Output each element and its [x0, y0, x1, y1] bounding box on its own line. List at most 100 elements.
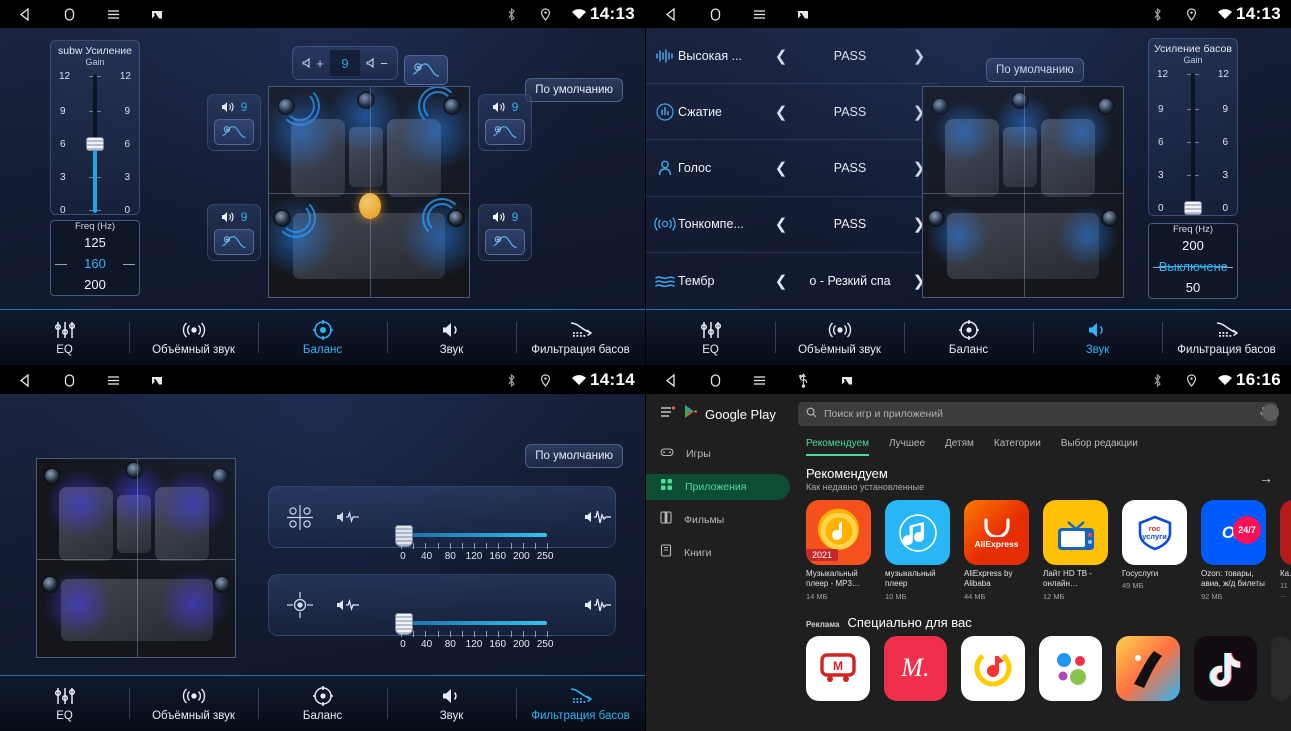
eq-curve-button-main[interactable]: [404, 55, 448, 85]
app-card[interactable]: гос услуги Госуслуги 49 МБ: [1122, 500, 1187, 601]
dots-icon[interactable]: [1038, 635, 1103, 701]
speaker-level-rear-left[interactable]: 9: [207, 204, 261, 261]
nav-tab-balance[interactable]: Баланс: [258, 676, 387, 731]
app-card[interactable]: музыкальный плеер 10 МБ: [885, 500, 950, 601]
tab-categories[interactable]: Категории: [994, 438, 1041, 456]
prev-arrow-icon[interactable]: ❮: [768, 159, 794, 177]
prev-arrow-icon[interactable]: ❮: [768, 103, 794, 121]
tab-editors-choice[interactable]: Выбор редакции: [1061, 438, 1138, 456]
prev-arrow-icon[interactable]: ❮: [768, 272, 794, 290]
sidebar-item-apps[interactable]: Приложения: [646, 474, 790, 500]
nav-tab-eq[interactable]: EQ: [0, 310, 129, 365]
default-button[interactable]: По умолчанию: [525, 444, 623, 468]
nav-tab-bass-filter[interactable]: Фильтрация басов: [516, 310, 645, 365]
app-card[interactable]: Лайт HD ТВ - онлайн бесплатно 12 МБ: [1043, 500, 1108, 601]
speaker-level-front-right[interactable]: 9: [478, 94, 532, 151]
menu-icon[interactable]: [750, 371, 768, 389]
speaker-level-front-left[interactable]: 9: [207, 94, 261, 151]
car-cabin-balance-map[interactable]: [268, 86, 470, 298]
bass-gain-slider[interactable]: 12 12 9 9 6 6 3 3 0 0: [1149, 67, 1237, 217]
car-cabin-sound-map[interactable]: [922, 86, 1124, 298]
nav-tab-sound[interactable]: Звук: [387, 310, 516, 365]
screenshot-icon[interactable]: [148, 371, 166, 389]
freq-selector[interactable]: Freq (Hz) 125 160 200: [50, 220, 140, 296]
tiktok-icon[interactable]: [1193, 635, 1258, 701]
screenshot-icon[interactable]: [794, 5, 812, 23]
volume-down-button[interactable]: −: [360, 50, 394, 76]
home-icon[interactable]: [706, 5, 724, 23]
slider-knob[interactable]: [395, 613, 413, 635]
search-bar[interactable]: Поиск игр и приложений: [798, 402, 1277, 426]
home-icon[interactable]: [60, 5, 78, 23]
next-arrow-icon[interactable]: ❯: [906, 272, 932, 290]
next-arrow-icon[interactable]: ❯: [906, 215, 932, 233]
nav-tab-balance[interactable]: Баланс: [904, 310, 1033, 365]
back-icon[interactable]: [662, 5, 680, 23]
tab-best[interactable]: Лучшее: [889, 438, 925, 456]
car-cabin-bass-map[interactable]: [36, 458, 236, 658]
back-icon[interactable]: [662, 371, 680, 389]
speaker-level-rear-right[interactable]: 9: [478, 204, 532, 261]
bass-gain-knob[interactable]: [1184, 201, 1202, 215]
eq-curve-button-front-left[interactable]: [214, 119, 254, 145]
default-button[interactable]: По умолчанию: [986, 58, 1084, 82]
bass-freq-next[interactable]: 50: [1149, 277, 1237, 298]
freq-prev[interactable]: 125: [51, 232, 139, 253]
screenshot-icon[interactable]: [148, 5, 166, 23]
nav-tab-balance[interactable]: Баланс: [258, 310, 387, 365]
volume-up-button[interactable]: +: [296, 50, 330, 76]
home-icon[interactable]: [706, 371, 724, 389]
nav-tab-bass-filter[interactable]: Фильтрация басов: [516, 676, 645, 731]
screenshot-icon[interactable]: [838, 371, 856, 389]
app-card-partial[interactable]: Ка... 11 ...: [1280, 500, 1291, 601]
bass-freq-prev[interactable]: 200: [1149, 235, 1237, 256]
likee-icon[interactable]: [1116, 635, 1180, 701]
balance-position-handle[interactable]: [359, 193, 381, 219]
partial-ad-icon[interactable]: [1271, 635, 1291, 701]
next-arrow-icon[interactable]: ❯: [906, 103, 932, 121]
prev-arrow-icon[interactable]: ❮: [768, 47, 794, 65]
slider-knob[interactable]: [395, 525, 413, 547]
sidebar-item-games[interactable]: Игры: [646, 441, 790, 467]
freq-current[interactable]: 160: [51, 253, 139, 274]
prev-arrow-icon[interactable]: ❮: [768, 215, 794, 233]
menu-icon[interactable]: [104, 5, 122, 23]
gain-slider[interactable]: 12 12 9 9 6 6 3 3 0 0: [51, 69, 139, 219]
bass-filter-slider-speakers[interactable]: 0 40 80 120 160 200 250: [268, 486, 616, 562]
hamburger-icon[interactable]: [660, 405, 676, 423]
app-card[interactable]: OZ 24/7 Ozon: товары, авиа, ж/д билеты 9…: [1201, 500, 1266, 601]
eq-curve-button-rear-right[interactable]: [485, 229, 525, 255]
magnit-icon[interactable]: M: [806, 635, 870, 701]
nav-tab-eq[interactable]: EQ: [0, 676, 129, 731]
sound-row-voice[interactable]: Голос ❮ PASS ❯: [646, 140, 938, 197]
next-arrow-icon[interactable]: ❯: [906, 47, 932, 65]
avatar[interactable]: [1262, 404, 1279, 421]
app-card[interactable]: AliExpress AliExpress by Alibaba 44 МБ: [964, 500, 1029, 601]
freq-next[interactable]: 200: [51, 274, 139, 295]
bass-freq-selector[interactable]: Freq (Hz) 200 Выключенс 50: [1148, 223, 1238, 299]
back-icon[interactable]: [16, 5, 34, 23]
bass-freq-current[interactable]: Выключенс: [1149, 256, 1237, 277]
section-more-arrow-icon[interactable]: →: [1259, 470, 1273, 486]
nav-tab-eq[interactable]: EQ: [646, 310, 775, 365]
nav-tab-surround[interactable]: Объёмный звук: [129, 310, 258, 365]
menu-icon[interactable]: [104, 371, 122, 389]
nav-tab-surround[interactable]: Объёмный звук: [129, 676, 258, 731]
mvideo-icon[interactable]: M.: [883, 635, 948, 701]
home-icon[interactable]: [60, 371, 78, 389]
tab-kids[interactable]: Детям: [945, 438, 974, 456]
next-arrow-icon[interactable]: ❯: [906, 159, 932, 177]
tab-recommended[interactable]: Рекомендуем: [806, 438, 869, 456]
sound-row-timbre[interactable]: Тембр ❮ о - Резкий спа ❯: [646, 253, 938, 309]
back-icon[interactable]: [16, 371, 34, 389]
app-card[interactable]: 2021 Музыкальный плеер - MP3 плеер , Пле…: [806, 500, 871, 601]
nav-tab-sound[interactable]: Звук: [1033, 310, 1162, 365]
nav-tab-bass-filter[interactable]: Фильтрация басов: [1162, 310, 1291, 365]
yandex-music-icon[interactable]: [961, 635, 1025, 701]
volume-stepper[interactable]: + 9 −: [292, 46, 398, 80]
eq-curve-button-front-right[interactable]: [485, 119, 525, 145]
search-input[interactable]: Поиск игр и приложений: [824, 408, 1252, 420]
nav-tab-sound[interactable]: Звук: [387, 676, 516, 731]
default-button[interactable]: По умолчанию: [525, 78, 623, 102]
gain-knob[interactable]: [86, 137, 104, 151]
